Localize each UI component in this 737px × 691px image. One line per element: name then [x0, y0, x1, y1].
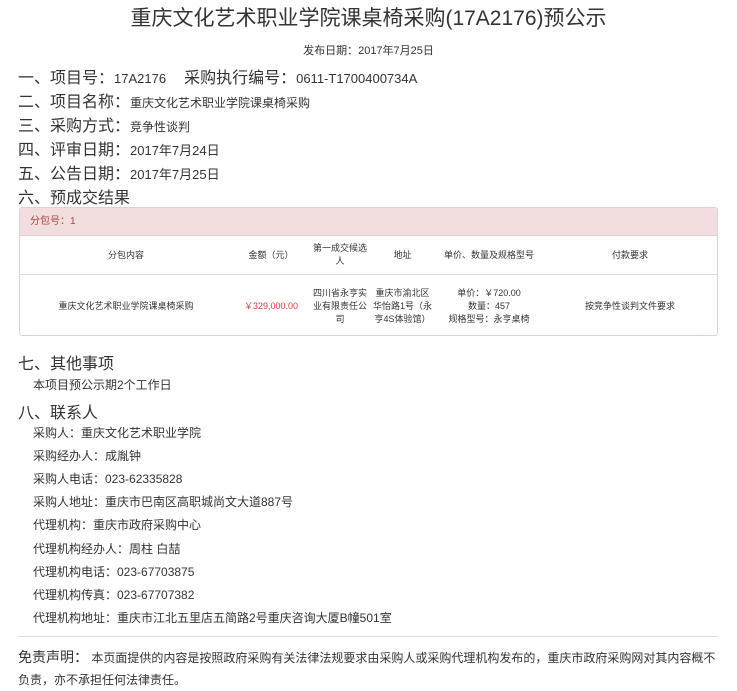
section-announce-date: 五、公告日期： 2017年7月25日 — [18, 160, 220, 184]
contact-agency-handler: 代理机构经办人：周柱 白喆 — [33, 542, 181, 556]
cell-quantity: 数量：457 — [467, 300, 510, 311]
contact-agency-address: 代理机构地址：重庆市江北五里店五简路2号重庆咨询大厦B幢501室 — [33, 611, 392, 625]
cell-content: 重庆文化艺术职业学院课桌椅采购 — [58, 300, 194, 311]
table-header-row: 分包内容 金额（元） 第一成交候选人 地址 单价、数量及规格型号 付款要求 — [20, 236, 717, 275]
result-panel: 分包号：1 分包内容 金额（元） 第一成交候选人 地址 单价、数量及规格型号 付… — [19, 207, 718, 336]
execution-number-label: 采购执行编号： — [184, 70, 297, 87]
project-number-value: 17A2176 — [114, 71, 167, 86]
contact-heading: 八、联系人 — [18, 405, 99, 422]
cell-amount: ￥329,000.00 — [243, 300, 299, 311]
procurement-method-value: 竞争性谈判 — [130, 120, 191, 134]
review-date-label: 四、评审日期： — [18, 142, 131, 159]
header-candidate: 第一成交候选人 — [312, 243, 367, 266]
page-title: 重庆文化艺术职业学院课桌椅采购(17A2176)预公示 — [130, 7, 607, 30]
other-note: 本项目预公示期2个工作日 — [33, 378, 172, 392]
other-heading: 七、其他事项 — [18, 356, 115, 373]
header-address: 地址 — [393, 249, 412, 260]
cell-unit-price: 单价：￥720.00 — [457, 287, 521, 298]
announce-date-label: 五、公告日期： — [18, 166, 131, 183]
cell-payment: 按竞争性谈判文件要求 — [584, 300, 675, 311]
contact-purchaser-address: 采购人地址：重庆市巴南区高职城尚文大道887号 — [33, 495, 294, 509]
header-content: 分包内容 — [107, 249, 144, 260]
contact-purchaser-handler: 采购经办人：成胤钟 — [33, 449, 142, 463]
disclaimer: 免责声明： 本页面提供的内容是按照政府采购有关法律法规要求由采购人或采购代理机构… — [18, 646, 718, 691]
header-payment: 付款要求 — [611, 249, 648, 260]
publish-date: 发布日期：2017年7月25日 — [0, 42, 737, 58]
section-review-date: 四、评审日期： 2017年7月24日 — [18, 136, 220, 160]
result-heading: 六、预成交结果 — [18, 190, 131, 207]
publish-date-label: 发布日期： — [303, 45, 359, 57]
contact-purchaser: 采购人：重庆文化艺术职业学院 — [33, 426, 202, 440]
project-name-value: 重庆文化艺术职业学院课桌椅采购 — [130, 96, 311, 110]
section-contact-heading: 八、联系人 — [18, 399, 98, 423]
disclaimer-title: 免责声明： — [18, 649, 88, 665]
execution-number-value: 0611-T1700400734A — [296, 71, 418, 86]
header-amount: 金额（元） — [248, 249, 294, 260]
project-name-label: 二、项目名称： — [18, 94, 131, 111]
result-table: 分包内容 金额（元） 第一成交候选人 地址 单价、数量及规格型号 付款要求 重庆… — [20, 236, 717, 335]
contact-agency-phone: 代理机构电话：023-67703875 — [33, 565, 195, 579]
contact-purchaser-phone: 采购人电话：023-62335828 — [33, 472, 183, 486]
cell-price-quantity: 单价：￥720.00 数量：457 规格型号：永亨桌椅 — [435, 275, 543, 335]
package-number: 分包号：1 — [20, 208, 717, 236]
table-row: 重庆文化艺术职业学院课桌椅采购 ￥329,000.00 四川省永亨实业有限责任公… — [20, 275, 717, 335]
publish-date-value: 2017年7月25日 — [358, 45, 434, 57]
cell-candidate: 四川省永亨实业有限责任公司 — [312, 287, 367, 324]
contact-agency-fax: 代理机构传真：023-67707382 — [33, 588, 195, 602]
header-price-quantity: 单价、数量及规格型号 — [443, 249, 534, 260]
section-project-name: 二、项目名称： 重庆文化艺术职业学院课桌椅采购 — [18, 88, 310, 112]
procurement-method-label: 三、采购方式： — [18, 118, 131, 135]
section-other-heading: 七、其他事项 — [18, 350, 114, 374]
project-number-label: 一、项目号： — [18, 70, 115, 87]
section-procurement-method: 三、采购方式： 竞争性谈判 — [18, 112, 190, 136]
contact-agency: 代理机构：重庆市政府采购中心 — [33, 518, 202, 532]
disclaimer-text: 本页面提供的内容是按照政府采购有关法律法规要求由采购人或采购代理机构发布的，重庆… — [18, 651, 716, 687]
announce-date-value: 2017年7月25日 — [130, 167, 220, 182]
cell-model: 规格型号：永亨桌椅 — [448, 313, 530, 324]
section-project-number: 一、项目号： 17A2176 采购执行编号： 0611-T1700400734A — [18, 64, 417, 88]
review-date-value: 2017年7月24日 — [130, 143, 220, 158]
divider — [18, 636, 718, 637]
cell-address: 重庆市渝北区华怡路1号（永亨4S体验馆） — [372, 287, 432, 324]
section-result-heading: 六、预成交结果 — [18, 184, 130, 208]
